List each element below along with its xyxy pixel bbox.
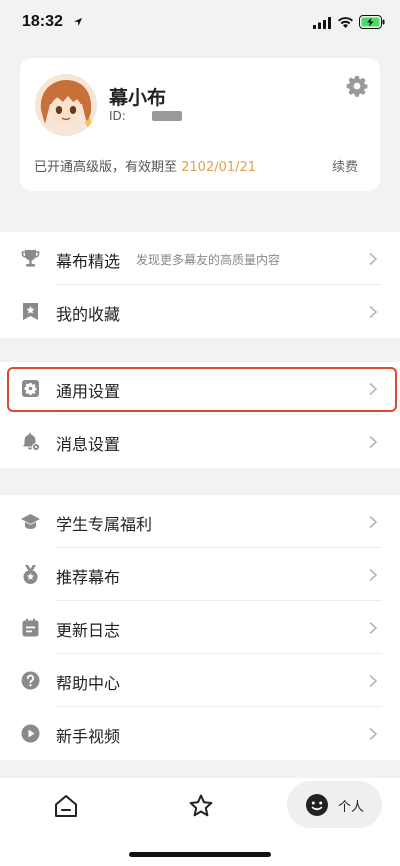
vip-expiry-date: 2102/01/21 [181, 160, 257, 175]
avatar[interactable] [35, 74, 97, 136]
menu-item-favorites[interactable]: 我的收藏 [0, 285, 400, 338]
vip-status-prefix: 已开通高级版，有效期至 [34, 160, 182, 175]
vip-status-text: 已开通高级版，有效期至 2102/01/21 [34, 156, 256, 175]
chevron-right-icon [369, 515, 378, 529]
chevron-right-icon [369, 305, 378, 319]
menu-item-label: 我的收藏 [56, 305, 121, 324]
wifi-icon [338, 17, 353, 28]
menu-item-changelog[interactable]: 更新日志 [0, 601, 400, 654]
chevron-right-icon [369, 252, 378, 266]
smiley-face-icon [306, 794, 328, 816]
menu-item-label: 推荐幕布 [56, 568, 121, 587]
battery-charging-icon [359, 15, 385, 29]
renew-button[interactable]: 续费 [332, 156, 358, 175]
chevron-right-icon [369, 674, 378, 688]
location-arrow-icon [74, 18, 82, 26]
menu-item-recommend[interactable]: 推荐幕布 [0, 548, 400, 601]
menu-item-label: 新手视频 [56, 727, 121, 746]
avatar-character-icon [35, 74, 97, 136]
chevron-right-icon [369, 435, 378, 449]
menu-group-discover: 幕布精选 发现更多幕友的高质量内容 我的收藏 [0, 232, 400, 338]
menu-item-featured[interactable]: 幕布精选 发现更多幕友的高质量内容 [0, 232, 400, 285]
status-time: 18:32 [22, 13, 63, 30]
chevron-right-icon [369, 727, 378, 741]
status-bar: 18:32 [0, 0, 400, 48]
menu-group-more: 学生专属福利 推荐幕布 更新日志 帮助中心 新手视频 [0, 495, 400, 760]
calendar-list-icon [22, 618, 39, 637]
home-indicator [129, 852, 271, 857]
highlight-annotation [7, 367, 397, 412]
menu-item-label: 帮助中心 [56, 674, 121, 693]
medal-icon [23, 565, 38, 584]
chevron-right-icon [369, 568, 378, 582]
graduation-cap-icon [21, 514, 40, 529]
user-id-label: ID: [109, 109, 126, 123]
trophy-icon [21, 250, 40, 267]
menu-item-student-benefits[interactable]: 学生专属福利 [0, 495, 400, 548]
menu-item-label: 消息设置 [56, 435, 121, 454]
help-circle-icon [21, 671, 40, 690]
username: 幕小布 [109, 87, 167, 109]
menu-item-label: 更新日志 [56, 621, 121, 640]
home-icon[interactable] [52, 792, 80, 820]
user-id-redacted [152, 111, 182, 121]
cellular-signal-icon [313, 17, 331, 29]
star-icon[interactable] [187, 792, 215, 820]
profile-card[interactable]: 幕小布 ID: 已开通高级版，有效期至 2102/01/21 续费 [20, 58, 380, 191]
bookmark-star-icon [23, 303, 38, 320]
play-circle-icon [21, 724, 40, 743]
menu-item-label: 学生专属福利 [56, 515, 153, 534]
menu-item-subtitle: 发现更多幕友的高质量内容 [136, 253, 281, 267]
bell-settings-icon [23, 433, 40, 451]
tab-profile[interactable]: 个人 [287, 781, 382, 828]
menu-item-notification-settings[interactable]: 消息设置 [0, 415, 400, 468]
gear-icon[interactable] [346, 75, 368, 97]
menu-item-help-center[interactable]: 帮助中心 [0, 654, 400, 707]
chevron-right-icon [369, 621, 378, 635]
menu-item-label: 幕布精选 [56, 252, 121, 271]
tab-profile-label: 个人 [338, 800, 365, 815]
menu-item-tutorial-videos[interactable]: 新手视频 [0, 707, 400, 760]
